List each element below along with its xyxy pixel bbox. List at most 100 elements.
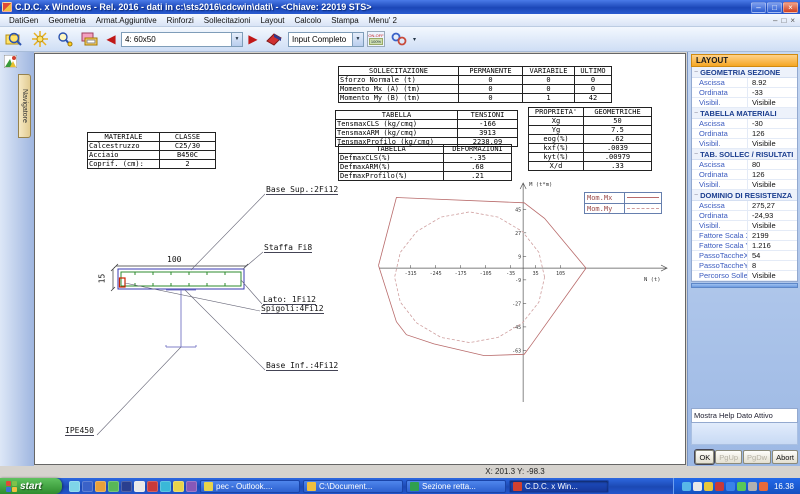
ql-icon-8[interactable] xyxy=(160,481,171,492)
tray-icon-7[interactable] xyxy=(748,482,757,491)
menu-stampa[interactable]: Stampa xyxy=(326,16,364,25)
ql-icon-6[interactable] xyxy=(134,481,145,492)
zoom-window-icon[interactable] xyxy=(4,29,26,49)
tray-icon-8[interactable] xyxy=(759,482,768,491)
property-row[interactable]: Visibil.Visibile xyxy=(692,180,797,190)
group-header[interactable]: −DOMINIO DI RESISTENZA xyxy=(692,190,797,201)
print-layout-icon[interactable] xyxy=(79,29,101,49)
property-value[interactable]: -33 xyxy=(748,88,797,97)
property-row[interactable]: Ordinata126 xyxy=(692,170,797,180)
property-value[interactable]: -30 xyxy=(748,119,797,128)
zoom-in-icon[interactable] xyxy=(54,29,76,49)
mdi-restore-icon[interactable]: □ xyxy=(781,16,786,25)
menu-geometria[interactable]: Geometria xyxy=(43,16,90,25)
property-value[interactable]: 126 xyxy=(748,170,797,179)
property-row[interactable]: Fattore Scala Y1.216 xyxy=(692,241,797,251)
menu-calcolo[interactable]: Calcolo xyxy=(290,16,327,25)
property-row[interactable]: Visibil.Visibile xyxy=(692,139,797,149)
mdi-close-icon[interactable]: × xyxy=(790,16,795,25)
property-value[interactable]: 2199 xyxy=(748,231,797,240)
menu-datigen[interactable]: DatiGen xyxy=(4,16,43,25)
property-value[interactable]: Visibile xyxy=(748,221,797,230)
group-header[interactable]: −GEOMETRIA SEZIONE xyxy=(692,67,797,78)
next-section-button[interactable]: ▶ xyxy=(246,29,260,49)
drawing-canvas[interactable]: SOLLECITAZIONEPERMANENTEVARIABILEULTIMOS… xyxy=(34,53,686,465)
help-bar[interactable]: Mostra Help Dato Attivo xyxy=(691,408,798,423)
abort-button[interactable]: Abort xyxy=(772,450,798,464)
chevron-down-icon[interactable]: ▼ xyxy=(352,33,363,46)
ql-icon-1[interactable] xyxy=(69,481,80,492)
ql-icon-10[interactable] xyxy=(186,481,197,492)
property-value[interactable]: 8.92 xyxy=(748,78,797,87)
property-row[interactable]: Ascissa80 xyxy=(692,160,797,170)
property-row[interactable]: Ascissa8.92 xyxy=(692,78,797,88)
property-value[interactable]: Visibile xyxy=(748,180,797,189)
ok-button[interactable]: OK xyxy=(695,450,714,464)
tray-icon-2[interactable] xyxy=(693,482,702,491)
property-row[interactable]: Ascissa-30 xyxy=(692,119,797,129)
property-row[interactable]: Percorso Sollec.Visibile xyxy=(692,271,797,281)
close-button[interactable]: × xyxy=(783,2,798,13)
menu-layout[interactable]: Layout xyxy=(255,16,289,25)
start-button[interactable]: start xyxy=(0,478,62,494)
property-value[interactable]: 54 xyxy=(748,251,797,260)
ql-icon-4[interactable] xyxy=(108,481,119,492)
property-row[interactable]: Ascissa275,27 xyxy=(692,201,797,211)
tray-icon-4[interactable] xyxy=(715,482,724,491)
eraser-icon[interactable] xyxy=(263,29,285,49)
property-row[interactable]: Fattore Scala X2199 xyxy=(692,231,797,241)
task-button[interactable]: C.D.C. x Win... xyxy=(509,480,609,493)
navigator-tab[interactable]: Navigatore xyxy=(18,74,31,138)
collapse-icon[interactable]: − xyxy=(694,151,698,158)
property-value[interactable]: 80 xyxy=(748,160,797,169)
ql-icon-9[interactable] xyxy=(173,481,184,492)
menu-rinforzi[interactable]: Rinforzi xyxy=(162,16,199,25)
property-value[interactable]: 275,27 xyxy=(748,201,797,210)
ql-icon-3[interactable] xyxy=(95,481,106,492)
menu-armat-aggiuntive[interactable]: Armat.Aggiuntive xyxy=(91,16,162,25)
tray-icon-5[interactable] xyxy=(726,482,735,491)
property-value[interactable]: Visibile xyxy=(748,98,797,107)
ql-icon-7[interactable] xyxy=(147,481,158,492)
collapse-icon[interactable]: − xyxy=(694,110,698,117)
minimize-button[interactable]: – xyxy=(751,2,766,13)
tray-icon-6[interactable] xyxy=(737,482,746,491)
tray-icon-1[interactable] xyxy=(682,482,691,491)
collapse-icon[interactable]: − xyxy=(694,69,698,76)
group-header[interactable]: −TABELLA MATERIALI xyxy=(692,108,797,119)
task-button[interactable]: pec - Outlook.... xyxy=(200,480,300,493)
property-row[interactable]: Visibil.Visibile xyxy=(692,221,797,231)
mdi-minimize-icon[interactable]: – xyxy=(773,16,777,25)
tray-icon-3[interactable] xyxy=(704,482,713,491)
menu-sollecitazioni[interactable]: Sollecitazioni xyxy=(199,16,256,25)
section-selector-combo[interactable]: 4: 60x50 ▼ xyxy=(121,32,243,47)
collapse-icon[interactable]: − xyxy=(694,192,698,199)
input-mode-combo[interactable]: Input Completo ▼ xyxy=(288,32,364,47)
ql-icon-5[interactable] xyxy=(121,481,132,492)
property-value[interactable]: 1.216 xyxy=(748,241,797,250)
property-row[interactable]: PassoTaccheX54 xyxy=(692,251,797,261)
links-dropdown-caret[interactable]: ▾ xyxy=(413,36,416,43)
property-row[interactable]: Ordinata-33 xyxy=(692,88,797,98)
zoom-extents-icon[interactable] xyxy=(29,29,51,49)
task-button[interactable]: Sezione retta... xyxy=(406,480,506,493)
menu-menu-2[interactable]: Menu' 2 xyxy=(364,16,402,25)
group-header[interactable]: −TAB. SOLLEC / RISULTATI xyxy=(692,149,797,160)
property-value[interactable]: 8 xyxy=(748,261,797,270)
restore-button[interactable]: □ xyxy=(767,2,782,13)
property-value[interactable]: Visibile xyxy=(748,139,797,148)
chevron-down-icon[interactable]: ▼ xyxy=(231,33,242,46)
links-icon[interactable] xyxy=(388,29,410,49)
prev-section-button[interactable]: ◀ xyxy=(104,29,118,49)
onoff-toggle-button[interactable]: ON-OFF 100% xyxy=(367,31,385,47)
property-row[interactable]: Ordinata126 xyxy=(692,129,797,139)
navigator-icon[interactable] xyxy=(4,55,17,68)
property-row[interactable]: Visibil.Visibile xyxy=(692,98,797,108)
property-row[interactable]: Ordinata-24,93 xyxy=(692,211,797,221)
property-value[interactable]: -24,93 xyxy=(748,211,797,220)
property-row[interactable]: PassoTaccheY8 xyxy=(692,261,797,271)
property-value[interactable]: 126 xyxy=(748,129,797,138)
property-value[interactable]: Visibile xyxy=(748,271,797,280)
task-button[interactable]: C:\Document... xyxy=(303,480,403,493)
ql-icon-2[interactable] xyxy=(82,481,93,492)
